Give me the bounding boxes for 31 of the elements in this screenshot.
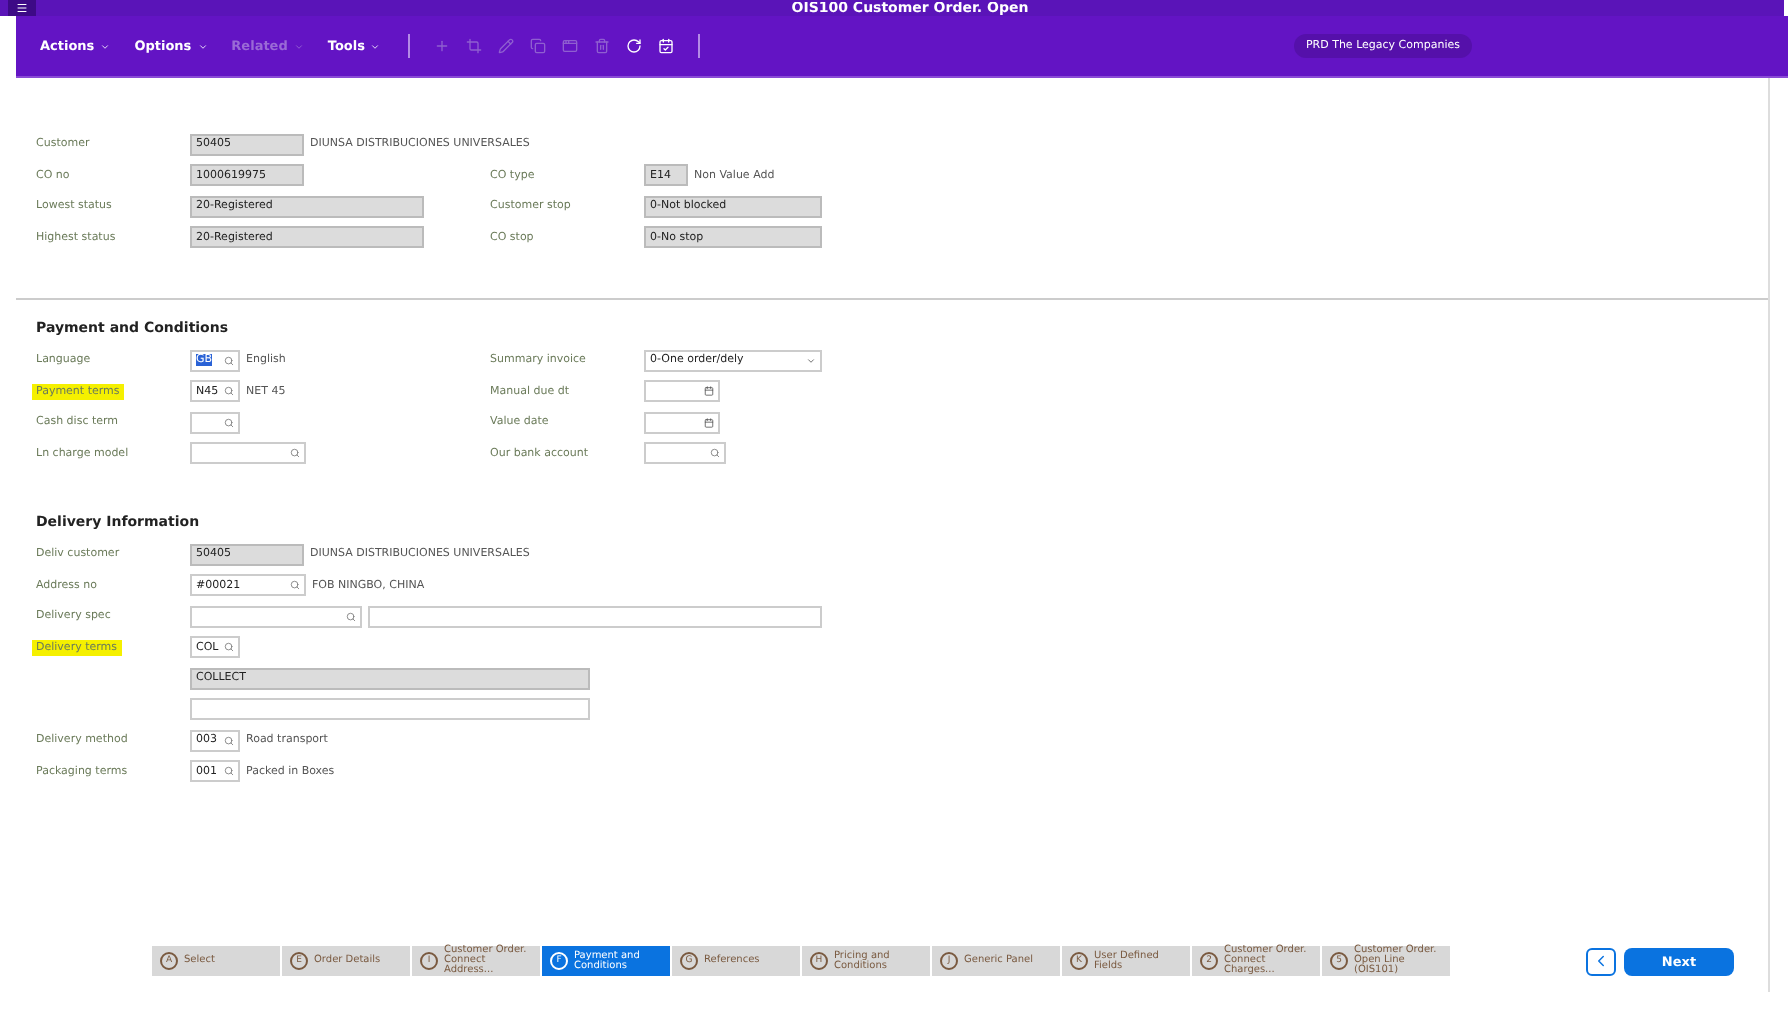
search-icon[interactable] <box>224 386 234 397</box>
calendar-icon[interactable] <box>704 386 714 397</box>
menu-icon[interactable] <box>16 2 28 14</box>
date-field[interactable] <box>644 380 720 403</box>
search-icon[interactable] <box>224 735 234 746</box>
chevron-left-icon <box>1592 952 1610 970</box>
lookup-field[interactable] <box>190 411 240 434</box>
input-field[interactable] <box>368 605 822 628</box>
search-icon[interactable] <box>224 766 234 777</box>
date-field[interactable] <box>644 411 720 434</box>
search-icon[interactable] <box>224 355 234 366</box>
caret-icon <box>806 355 816 366</box>
lookup-field[interactable] <box>190 605 362 628</box>
caret-icon <box>197 41 208 51</box>
search-icon[interactable] <box>224 642 234 653</box>
search-icon[interactable] <box>224 417 234 428</box>
refresh-icon[interactable] <box>626 38 643 54</box>
caret-icon <box>370 41 381 51</box>
search-icon[interactable] <box>710 448 720 459</box>
lookup-field[interactable] <box>644 442 726 465</box>
caret-icon <box>293 41 304 51</box>
search-icon[interactable] <box>290 580 300 591</box>
menu-button[interactable] <box>8 0 36 16</box>
calendar-icon[interactable] <box>704 417 714 428</box>
input-field[interactable] <box>190 698 590 721</box>
search-icon[interactable] <box>346 611 356 622</box>
back-button[interactable] <box>1586 947 1616 975</box>
save-icon[interactable] <box>658 38 675 54</box>
caret-icon <box>100 41 111 51</box>
lookup-field[interactable] <box>190 442 306 465</box>
search-icon[interactable] <box>290 448 300 459</box>
